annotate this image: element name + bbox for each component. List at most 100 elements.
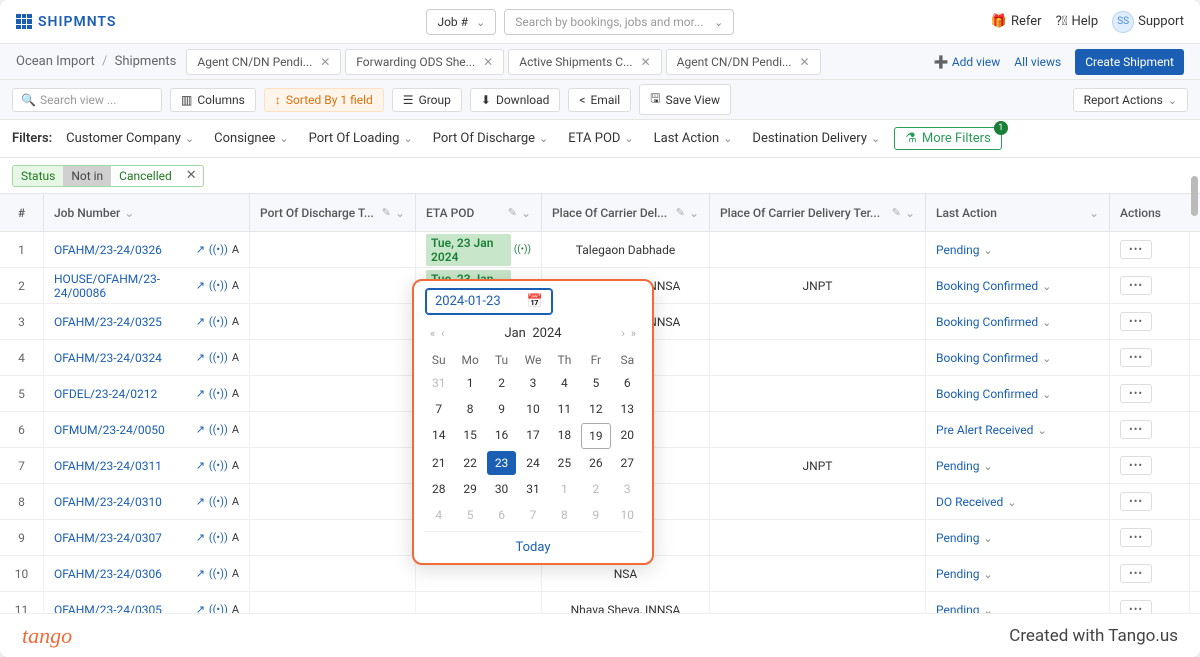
calendar-day[interactable]: 7 <box>518 503 547 527</box>
last-action-link[interactable]: Booking Confirmed <box>936 279 1051 293</box>
last-action-link[interactable]: Booking Confirmed <box>936 387 1051 401</box>
calendar-day[interactable]: 6 <box>613 371 642 395</box>
last-action-link[interactable]: Pending <box>936 243 993 257</box>
last-action-link[interactable]: Booking Confirmed <box>936 351 1051 365</box>
calendar-day[interactable]: 5 <box>581 371 610 395</box>
close-icon[interactable]: ✕ <box>800 55 810 69</box>
calendar-day[interactable]: 30 <box>487 477 516 501</box>
last-action-link[interactable]: Booking Confirmed <box>936 315 1051 329</box>
filter-pill[interactable]: Consignee <box>214 131 288 146</box>
job-link[interactable]: HOUSE/OFAHM/23-24/00086 <box>54 272 196 300</box>
download-button[interactable]: ⬇Download <box>470 88 560 112</box>
filter-pill[interactable]: ETA POD <box>568 131 633 146</box>
row-actions-menu[interactable]: ••• <box>1120 456 1152 475</box>
job-link[interactable]: OFDEL/23-24/0212 <box>54 387 157 401</box>
calendar-day[interactable]: 7 <box>424 397 453 421</box>
row-actions-menu[interactable]: ••• <box>1120 276 1152 295</box>
calendar-day[interactable]: 28 <box>424 477 453 501</box>
calendar-day[interactable]: 25 <box>550 451 579 475</box>
email-button[interactable]: <Email <box>568 88 631 112</box>
date-input[interactable]: 2024-01-23 📅 <box>426 289 552 314</box>
row-actions-menu[interactable]: ••• <box>1120 564 1152 583</box>
calendar-day[interactable]: 2 <box>581 477 610 501</box>
open-icon[interactable]: ↗ <box>196 567 205 580</box>
calendar-day[interactable]: 9 <box>581 503 610 527</box>
open-icon[interactable]: ↗ <box>196 387 205 400</box>
col-place-carrier-delivery[interactable]: Place Of Carrier Del...✎⌄ <box>542 194 710 231</box>
col-eta-pod[interactable]: ETA POD✎⌄ <box>416 194 542 231</box>
row-actions-menu[interactable]: ••• <box>1120 312 1152 331</box>
report-actions-select[interactable]: Report Actions <box>1073 88 1188 112</box>
calendar-day[interactable]: 15 <box>455 423 484 449</box>
open-icon[interactable]: ↗ <box>196 243 205 256</box>
refer-link[interactable]: 🎁 Refer <box>991 14 1042 29</box>
col-job-number[interactable]: Job Number⌄ <box>44 194 250 231</box>
job-link[interactable]: OFAHM/23-24/0325 <box>54 315 162 329</box>
job-link[interactable]: OFAHM/23-24/0311 <box>54 459 162 473</box>
app-logo[interactable]: SHIPMNTS <box>16 14 116 30</box>
calendar-day[interactable]: 11 <box>550 397 579 421</box>
calendar-day[interactable]: 27 <box>613 451 642 475</box>
last-action-link[interactable]: Pending <box>936 459 993 473</box>
calendar-day[interactable]: 1 <box>455 371 484 395</box>
job-link[interactable]: OFMUM/23-24/0050 <box>54 423 165 437</box>
calendar-day[interactable]: 16 <box>487 423 516 449</box>
view-tab[interactable]: Forwarding ODS She...✕ <box>345 49 504 75</box>
job-link[interactable]: OFAHM/23-24/0306 <box>54 567 162 581</box>
calendar-day[interactable]: 21 <box>424 451 453 475</box>
open-icon[interactable]: ↗ <box>196 351 205 364</box>
col-pod-terminal[interactable]: Port Of Discharge T...✎⌄ <box>250 194 416 231</box>
calendar-day[interactable]: 8 <box>550 503 579 527</box>
calendar-day[interactable]: 14 <box>424 423 453 449</box>
calendar-day[interactable]: 24 <box>518 451 547 475</box>
filter-pill[interactable]: Destination Delivery <box>752 131 880 146</box>
filter-pill[interactable]: Port Of Discharge <box>433 131 549 146</box>
calendar-day[interactable]: 23 <box>487 451 516 475</box>
open-icon[interactable]: ↗ <box>196 459 205 472</box>
calendar-day[interactable]: 29 <box>455 477 484 501</box>
row-actions-menu[interactable]: ••• <box>1120 528 1152 547</box>
scrollbar[interactable] <box>1191 176 1198 216</box>
row-actions-menu[interactable]: ••• <box>1120 492 1152 511</box>
job-link[interactable]: OFAHM/23-24/0310 <box>54 495 162 509</box>
breadcrumb-root[interactable]: Ocean Import <box>16 54 95 69</box>
save-view-button[interactable]: 🖫Save View <box>639 84 731 115</box>
global-search-input[interactable]: Search by bookings, jobs and mor... <box>504 9 734 35</box>
close-icon[interactable]: ✕ <box>641 55 651 69</box>
job-link[interactable]: OFAHM/23-24/0326 <box>54 243 162 257</box>
close-icon[interactable]: ✕ <box>180 168 203 183</box>
last-action-link[interactable]: Pending <box>936 531 993 545</box>
view-tab[interactable]: Agent CN/DN Pendi...✕ <box>186 49 341 75</box>
next-month-icon[interactable]: › <box>622 327 625 340</box>
calendar-day[interactable]: 10 <box>613 503 642 527</box>
sort-button[interactable]: ↕Sorted By 1 field <box>264 88 384 112</box>
view-tab[interactable]: Agent CN/DN Pendi...✕ <box>666 49 821 75</box>
view-tab[interactable]: Active Shipments C...✕ <box>508 49 661 75</box>
row-actions-menu[interactable]: ••• <box>1120 240 1152 259</box>
search-view-input[interactable]: 🔍 Search view ... <box>12 88 162 112</box>
open-icon[interactable]: ↗ <box>196 279 205 292</box>
eta-date[interactable]: Tue, 23 Jan 2024 <box>426 234 511 266</box>
row-actions-menu[interactable]: ••• <box>1120 348 1152 367</box>
calendar-day[interactable]: 22 <box>455 451 484 475</box>
last-action-link[interactable]: Pre Alert Received <box>936 423 1047 437</box>
last-action-link[interactable]: DO Received <box>936 495 1017 509</box>
filter-pill[interactable]: Port Of Loading <box>309 131 413 146</box>
close-icon[interactable]: ✕ <box>320 55 330 69</box>
open-icon[interactable]: ↗ <box>196 423 205 436</box>
prev-year-icon[interactable]: « <box>430 327 435 340</box>
more-filters-button[interactable]: ⚗ More Filters 1 <box>894 127 1002 150</box>
calendar-day[interactable]: 3 <box>518 371 547 395</box>
calendar-day[interactable]: 12 <box>581 397 610 421</box>
all-views-link[interactable]: All views <box>1014 55 1061 69</box>
calendar-day[interactable]: 10 <box>518 397 547 421</box>
calendar-day[interactable]: 18 <box>550 423 579 449</box>
calendar-day[interactable]: 26 <box>581 451 610 475</box>
calendar-day[interactable]: 9 <box>487 397 516 421</box>
calendar-day[interactable]: 5 <box>455 503 484 527</box>
next-year-icon[interactable]: » <box>631 327 636 340</box>
today-button[interactable]: Today <box>424 531 642 557</box>
job-link[interactable]: OFAHM/23-24/0307 <box>54 531 162 545</box>
support-link[interactable]: SS Support <box>1112 11 1184 33</box>
calendar-day[interactable]: 31 <box>518 477 547 501</box>
